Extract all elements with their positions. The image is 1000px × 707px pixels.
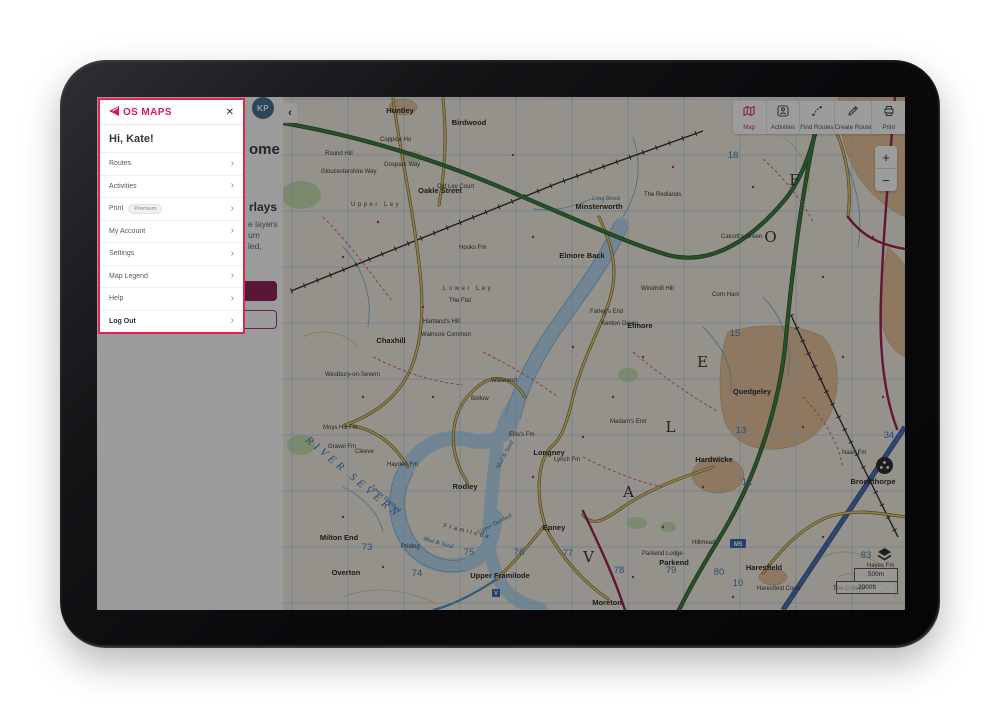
menu-header: OS MAPS ✕	[100, 100, 243, 124]
premium-badge: Premium	[128, 204, 162, 214]
menu-item-label: Map Legend	[109, 273, 148, 280]
menu-item-label: Log Out	[109, 318, 136, 325]
menu-item-label: Settings	[109, 250, 134, 257]
app-screen: ome rlays e layers um led, KP	[97, 97, 905, 610]
menu-item-label: Activities	[109, 183, 137, 190]
close-button[interactable]: ✕	[226, 108, 234, 118]
menu-item-activities[interactable]: Activities ›	[100, 175, 243, 198]
brand-name: OS MAPS	[123, 107, 172, 118]
os-maps-logo: OS MAPS	[109, 106, 172, 119]
main-menu: OS MAPS ✕ Hi, Kate! Routes › Activities …	[98, 98, 245, 334]
chevron-right-icon: ›	[231, 226, 234, 236]
menu-item-label: My Account	[109, 228, 145, 235]
menu-item-print[interactable]: Print Premium ›	[100, 197, 243, 220]
chevron-right-icon: ›	[231, 271, 234, 281]
menu-item-my-account[interactable]: My Account ›	[100, 220, 243, 243]
tablet-frame: ome rlays e layers um led, KP	[60, 60, 940, 648]
os-logo-icon	[109, 106, 119, 119]
menu-item-log-out[interactable]: Log Out ›	[100, 310, 243, 333]
close-icon: ✕	[226, 107, 234, 118]
menu-item-label: Routes	[109, 160, 131, 167]
menu-item-settings[interactable]: Settings ›	[100, 242, 243, 265]
chevron-right-icon: ›	[231, 181, 234, 191]
page: ome rlays e layers um led, KP	[0, 0, 1000, 707]
menu-item-label: Print	[109, 205, 123, 212]
menu-item-routes[interactable]: Routes ›	[100, 152, 243, 175]
menu-item-help[interactable]: Help ›	[100, 287, 243, 310]
menu-item-label: Help	[109, 295, 123, 302]
greeting: Hi, Kate!	[100, 125, 243, 152]
chevron-right-icon: ›	[231, 294, 234, 304]
chevron-right-icon: ›	[231, 159, 234, 169]
menu-item-map-legend[interactable]: Map Legend ›	[100, 265, 243, 288]
chevron-right-icon: ›	[231, 316, 234, 326]
chevron-right-icon: ›	[231, 204, 234, 214]
chevron-right-icon: ›	[231, 249, 234, 259]
